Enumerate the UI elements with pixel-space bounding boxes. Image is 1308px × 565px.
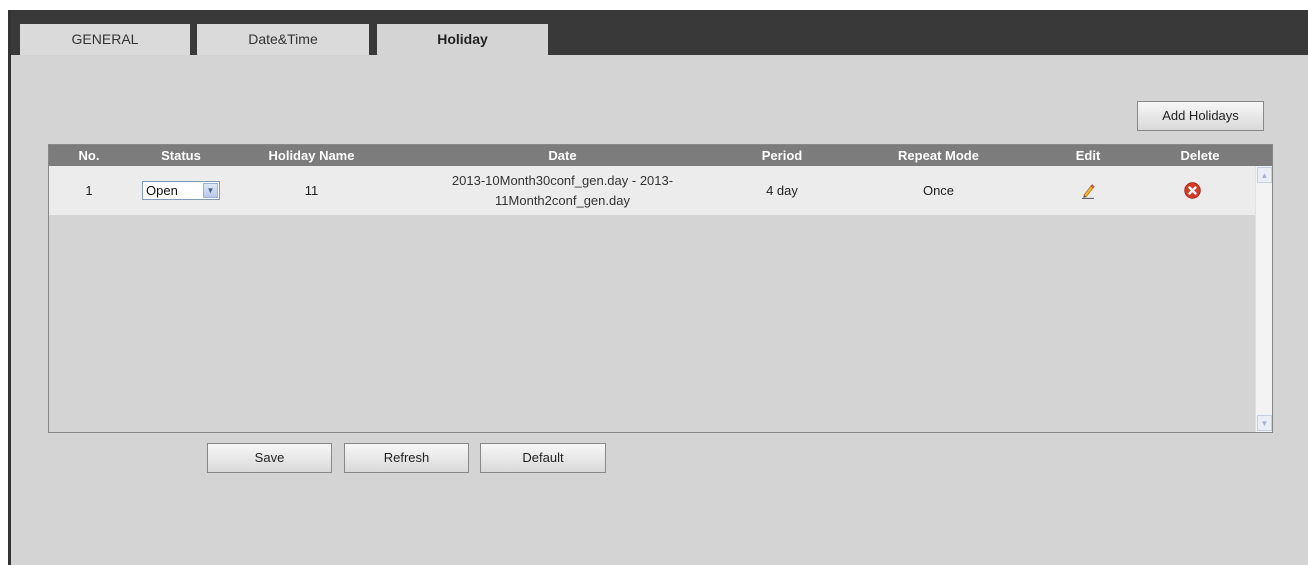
- date-line-1: 2013-10Month30conf_gen.day - 2013-: [451, 172, 674, 188]
- column-header-edit: Edit: [1075, 148, 1101, 163]
- holiday-date: 2013-10Month30conf_gen.day - 2013- 11Mon…: [390, 166, 735, 215]
- table-scrollbar[interactable]: ▲ ▼: [1255, 166, 1272, 432]
- status-select[interactable]: Open ▼: [142, 181, 220, 200]
- status-select-value: Open: [146, 183, 178, 198]
- column-header-period: Period: [761, 148, 803, 163]
- pencil-icon[interactable]: [1080, 183, 1096, 199]
- column-header-repeat-mode: Repeat Mode: [898, 148, 979, 163]
- row-number: 1: [85, 183, 93, 198]
- save-button[interactable]: Save: [207, 443, 332, 473]
- delete-icon[interactable]: [1183, 182, 1201, 199]
- scroll-down-icon[interactable]: ▼: [1257, 415, 1272, 431]
- tab-general[interactable]: GENERAL: [20, 24, 190, 55]
- status-cell: Open ▼: [129, 166, 233, 215]
- repeat-mode: Once: [922, 183, 955, 198]
- chevron-down-icon: ▼: [203, 183, 218, 198]
- column-header-delete: Delete: [1180, 148, 1220, 163]
- refresh-button[interactable]: Refresh: [344, 443, 469, 473]
- add-holidays-button[interactable]: Add Holidays: [1137, 101, 1264, 131]
- holiday-table: No. Status Holiday Name Date Period Repe…: [48, 144, 1273, 433]
- edit-cell: [1048, 166, 1128, 215]
- column-header-status: Status: [161, 148, 201, 163]
- tab-date-time[interactable]: Date&Time: [197, 24, 369, 55]
- default-button[interactable]: Default: [480, 443, 606, 473]
- delete-cell: [1128, 166, 1256, 215]
- holiday-settings-panel: GENERAL Date&Time Holiday Add Holidays N…: [8, 10, 1308, 565]
- tab-holiday[interactable]: Holiday: [377, 24, 548, 55]
- table-header: No. Status Holiday Name Date Period Repe…: [49, 145, 1272, 166]
- holiday-period: 4 day: [766, 183, 798, 198]
- date-line-2: 11Month2conf_gen.day: [495, 192, 630, 208]
- column-header-no: No.: [78, 148, 100, 163]
- column-header-date: Date: [548, 148, 577, 163]
- holiday-name: 11: [304, 183, 319, 198]
- scroll-up-icon[interactable]: ▲: [1257, 167, 1272, 183]
- tab-bar: GENERAL Date&Time Holiday: [11, 10, 1308, 55]
- column-header-holiday-name: Holiday Name: [268, 148, 355, 163]
- table-row: 1 Open ▼ 11 2013-10Month30conf_gen.day -…: [49, 166, 1256, 215]
